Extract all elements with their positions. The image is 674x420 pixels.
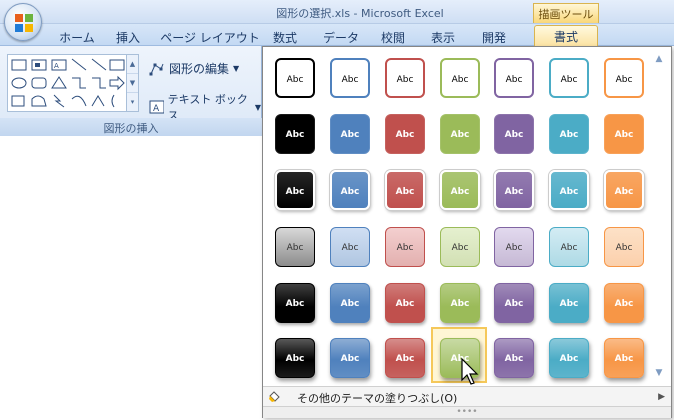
- style-tile[interactable]: Abc: [385, 58, 425, 98]
- style-tile[interactable]: Abc: [604, 283, 644, 323]
- svg-text:A: A: [54, 62, 59, 70]
- office-logo-icon: [15, 14, 33, 32]
- edit-points-icon: [149, 63, 164, 75]
- style-tile[interactable]: Abc: [275, 338, 315, 378]
- style-tile[interactable]: Abc: [549, 283, 589, 323]
- style-tile[interactable]: Abc: [549, 114, 589, 154]
- style-tile[interactable]: Abc: [385, 283, 425, 323]
- style-tile[interactable]: Abc: [440, 114, 480, 154]
- tab-page-layout[interactable]: ページ レイアウト: [160, 27, 260, 46]
- more-fills-label: その他のテーマの塗りつぶし(O): [297, 392, 458, 405]
- more-shapes-icon[interactable]: ▾: [127, 93, 138, 112]
- chevron-right-icon: ▶: [658, 392, 665, 402]
- style-tile[interactable]: Abc: [275, 58, 315, 98]
- paint-bucket-icon: [269, 391, 280, 402]
- style-tile[interactable]: Abc: [440, 170, 480, 210]
- style-tile[interactable]: Abc: [440, 283, 480, 323]
- resize-grip[interactable]: ••••: [263, 406, 671, 418]
- style-tile[interactable]: Abc: [440, 58, 480, 98]
- style-tile[interactable]: Abc: [604, 170, 644, 210]
- tab-insert[interactable]: 挿入: [110, 27, 146, 46]
- ribbon-panel: A ▲ ▼ ▾ 図形の編集 ▼ A テキスト ボックス ▼ 図形の挿入: [0, 46, 262, 136]
- svg-text:A: A: [153, 104, 160, 114]
- tab-developer[interactable]: 開発: [474, 27, 514, 46]
- gallery-scrollbar[interactable]: ▲ ▼: [650, 50, 668, 386]
- tab-view[interactable]: 表示: [424, 27, 462, 46]
- scroll-up-icon[interactable]: ▲: [127, 55, 138, 74]
- style-tile[interactable]: Abc: [330, 170, 370, 210]
- office-button[interactable]: [4, 3, 42, 41]
- mouse-cursor-icon: [461, 358, 479, 385]
- style-tile[interactable]: Abc: [440, 227, 480, 267]
- text-box-icon: A: [149, 100, 164, 114]
- style-tile[interactable]: Abc: [604, 227, 644, 267]
- chevron-down-icon: ▼: [233, 64, 240, 73]
- style-tile[interactable]: Abc: [275, 227, 315, 267]
- style-tile[interactable]: Abc: [604, 114, 644, 154]
- shape-icons: A: [11, 58, 125, 108]
- tab-formulas[interactable]: 数式: [266, 27, 304, 46]
- scroll-down-icon[interactable]: ▼: [127, 74, 138, 93]
- style-tile[interactable]: Abc: [494, 283, 534, 323]
- ribbon-tabs: ホーム 挿入 ページ レイアウト 数式 データ 校閲 表示 開発 書式: [0, 24, 674, 46]
- contextual-tab-group: 描画ツール: [533, 3, 599, 23]
- insert-shapes-group-label: 図形の挿入: [0, 118, 262, 136]
- tab-format[interactable]: 書式: [534, 25, 598, 46]
- style-tile[interactable]: Abc: [494, 170, 534, 210]
- shapes-scrollbar[interactable]: ▲ ▼ ▾: [127, 54, 139, 112]
- style-tile[interactable]: Abc: [330, 283, 370, 323]
- style-tile[interactable]: Abc: [275, 283, 315, 323]
- scroll-down-icon[interactable]: ▼: [654, 368, 664, 378]
- style-tile[interactable]: Abc: [549, 338, 589, 378]
- style-tile[interactable]: Abc: [330, 114, 370, 154]
- chevron-down-icon: ▼: [254, 102, 261, 112]
- style-tile[interactable]: Abc: [494, 58, 534, 98]
- style-tile[interactable]: Abc: [549, 170, 589, 210]
- style-tile[interactable]: Abc: [330, 227, 370, 267]
- edit-shape-button[interactable]: 図形の編集 ▼: [149, 60, 239, 77]
- style-tile[interactable]: Abc: [275, 114, 315, 154]
- style-tile[interactable]: Abc: [330, 338, 370, 378]
- style-tile[interactable]: Abc: [604, 58, 644, 98]
- title-bar: 図形の選択.xls - Microsoft Excel 描画ツール: [0, 0, 674, 24]
- style-tile[interactable]: Abc: [385, 227, 425, 267]
- style-tile[interactable]: Abc: [549, 227, 589, 267]
- tab-home[interactable]: ホーム: [54, 27, 100, 46]
- scroll-up-icon[interactable]: ▲: [654, 54, 664, 64]
- shapes-gallery[interactable]: A: [7, 54, 127, 112]
- window-title: 図形の選択.xls - Microsoft Excel: [276, 7, 444, 20]
- style-tile[interactable]: Abc: [385, 338, 425, 378]
- style-tile[interactable]: Abc: [604, 338, 644, 378]
- style-tile[interactable]: Abc: [494, 338, 534, 378]
- style-tile[interactable]: Abc: [385, 170, 425, 210]
- edit-shape-label: 図形の編集: [169, 62, 230, 76]
- style-tile[interactable]: Abc: [330, 58, 370, 98]
- style-tile[interactable]: Abc: [549, 58, 589, 98]
- style-tile[interactable]: Abc: [494, 227, 534, 267]
- tab-data[interactable]: データ: [318, 27, 364, 46]
- more-fills-menu-item[interactable]: その他のテーマの塗りつぶし(O) ▶: [263, 386, 671, 406]
- style-tile[interactable]: Abc: [385, 114, 425, 154]
- style-tile[interactable]: Abc: [275, 170, 315, 210]
- style-tile[interactable]: Abc: [494, 114, 534, 154]
- tab-review[interactable]: 校閲: [374, 27, 412, 46]
